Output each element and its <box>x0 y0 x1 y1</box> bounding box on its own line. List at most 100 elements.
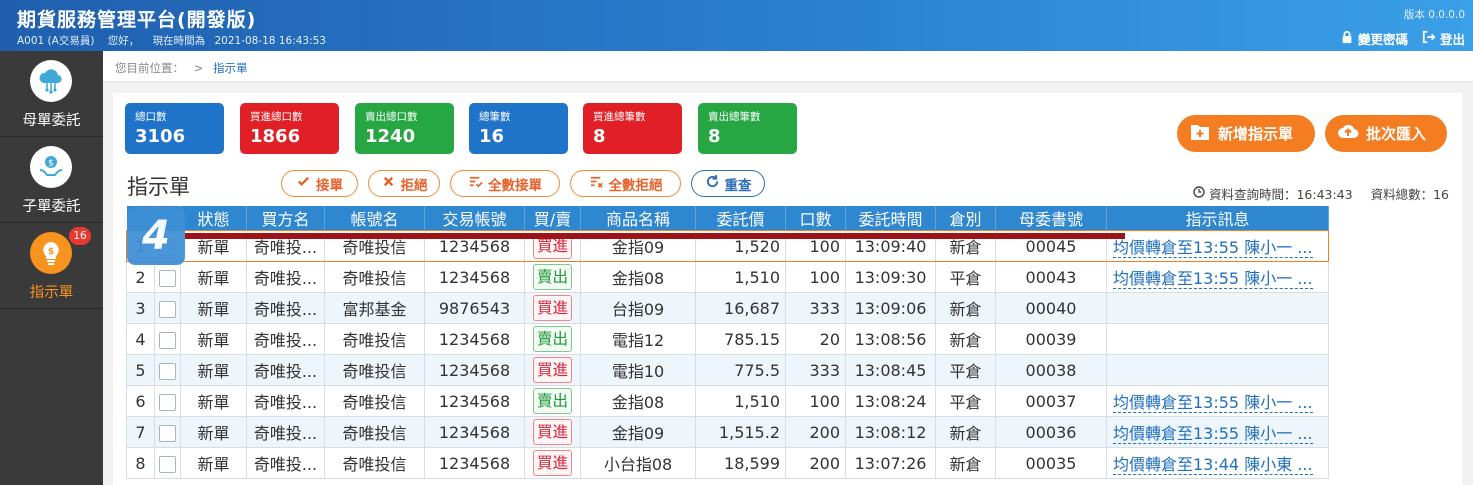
cell-account-name: 奇唯投信 <box>324 416 425 448</box>
add-instruction-button[interactable]: 新增指示單 <box>1177 115 1315 152</box>
header-links: 變更密碼 登出 <box>1340 29 1465 48</box>
cell-select[interactable] <box>154 292 181 324</box>
cell-account-name: 奇唯投信 <box>324 447 425 479</box>
message-link[interactable]: 均價轉倉至13:55 陳小一 ... <box>1113 238 1313 258</box>
logout-link[interactable]: 登出 <box>1422 29 1465 48</box>
reject-all-button[interactable]: 全數拒絕 <box>570 170 681 197</box>
cell-buyer: 奇唯投... <box>246 261 325 293</box>
sidebar-item-child-order[interactable]: $ 子單委託 <box>0 137 103 223</box>
col-header-order-time[interactable]: 委託時間 <box>845 206 936 231</box>
col-header-parent-no[interactable]: 母委書號 <box>995 206 1107 231</box>
stat-value: 8 <box>593 126 606 147</box>
message-link[interactable]: 均價轉倉至13:55 陳小一 ... <box>1113 269 1313 289</box>
cell-select[interactable] <box>154 447 181 479</box>
cell-product: 金指08 <box>580 385 696 417</box>
row-checkbox[interactable] <box>159 424 176 442</box>
row-checkbox[interactable] <box>159 393 176 411</box>
row-checkbox[interactable] <box>159 269 176 287</box>
cell-select[interactable] <box>154 323 181 355</box>
cell-status: 新單 <box>180 261 247 293</box>
message-link[interactable]: 均價轉倉至13:55 陳小一 ... <box>1113 393 1313 413</box>
side-badge: 買進 <box>532 419 572 445</box>
stat-value: 1240 <box>365 126 416 147</box>
col-header-account-no[interactable]: 交易帳號 <box>424 206 525 231</box>
cell-select[interactable] <box>154 354 181 386</box>
breadcrumb: 您目前位置： > 指示單 <box>103 51 1473 82</box>
cell-message: 均價轉倉至13:55 陳小一 ... <box>1106 416 1329 448</box>
row-checkbox[interactable] <box>159 331 176 349</box>
sidebar-item-instruction[interactable]: $ 16 指示單 <box>0 223 103 309</box>
stat-value: 1866 <box>250 126 301 147</box>
refresh-button[interactable]: 重查 <box>691 170 765 197</box>
col-header-qty[interactable]: 口數 <box>785 206 846 231</box>
change-password-link[interactable]: 變更密碼 <box>1340 29 1408 48</box>
col-header-position[interactable]: 倉別 <box>935 206 996 231</box>
stat-buy-lots: 買進總口數 1866 <box>240 103 339 154</box>
table-row[interactable]: 3 新單 奇唯投... 富邦基金 9876543 買進 台指09 16,687 333 13:09… <box>126 292 1329 324</box>
cell-product: 金指08 <box>580 261 696 293</box>
breadcrumb-current[interactable]: 指示單 <box>213 61 248 75</box>
cell-side: 買進 <box>524 447 581 479</box>
cell-product: 電指12 <box>580 323 696 355</box>
cell-account-name: 富邦基金 <box>324 292 425 324</box>
message-link[interactable]: 均價轉倉至13:55 陳小一 ... <box>1113 424 1313 444</box>
col-header-price[interactable]: 委託價 <box>695 206 786 231</box>
stat-value: 16 <box>479 126 505 147</box>
accept-all-button[interactable]: 全數接單 <box>450 170 560 197</box>
side-badge: 買進 <box>532 295 572 321</box>
table-row[interactable]: 4 新單 奇唯投... 奇唯投信 1234568 賣出 電指12 785.15 20 13:08:… <box>126 323 1329 355</box>
svg-text:$: $ <box>48 247 54 257</box>
sidebar-item-label: 指示單 <box>29 285 74 301</box>
cell-qty: 20 <box>785 323 846 355</box>
check-icon <box>296 174 311 193</box>
stat-label: 總筆數 <box>479 111 511 123</box>
cell-product: 小台指08 <box>580 447 696 479</box>
side-badge: 買進 <box>532 357 572 383</box>
time-label: 現在時間為 <box>152 35 206 47</box>
cell-index: 8 <box>126 447 155 479</box>
cell-account-no: 1234568 <box>424 416 525 448</box>
refresh-icon <box>705 174 720 193</box>
cell-order-time: 13:08:45 <box>845 354 936 386</box>
main-panel: 總口數 3106 買進總口數 1866 賣出總口數 1240 總筆數 16 買進… <box>113 93 1462 485</box>
stat-sell-orders: 賣出總筆數 8 <box>698 103 797 154</box>
cell-buyer: 奇唯投... <box>246 416 325 448</box>
col-header-message[interactable]: 指示訊息 <box>1106 206 1329 231</box>
row-checkbox[interactable] <box>159 455 176 473</box>
cell-select[interactable] <box>154 416 181 448</box>
cell-account-name: 奇唯投信 <box>324 323 425 355</box>
cloud-upload-icon <box>1337 121 1359 147</box>
cell-side: 買進 <box>524 354 581 386</box>
sidebar-item-parent-order[interactable]: 母單委託 <box>0 51 103 137</box>
cell-parent-no: 00037 <box>995 385 1107 417</box>
table-row[interactable]: 2 新單 奇唯投... 奇唯投信 1234568 賣出 金指08 1,510 100 13:09:… <box>126 261 1329 293</box>
table-row[interactable]: 5 新單 奇唯投... 奇唯投信 1234568 買進 電指10 775.5 333 13:08:… <box>126 354 1329 386</box>
col-header-buyer[interactable]: 買方名 <box>246 206 325 231</box>
batch-import-button[interactable]: 批次匯入 <box>1325 115 1447 152</box>
cell-status: 新單 <box>180 447 247 479</box>
logout-icon <box>1422 30 1436 47</box>
cell-parent-no: 00038 <box>995 354 1107 386</box>
col-header-status[interactable]: 狀態 <box>180 206 247 231</box>
cell-side: 賣出 <box>524 323 581 355</box>
table-row[interactable]: 7 新單 奇唯投... 奇唯投信 1234568 買進 金指09 1,515.2 200 13:0… <box>126 416 1329 448</box>
side-badge: 買進 <box>532 450 572 476</box>
table-row[interactable]: 6 新單 奇唯投... 奇唯投信 1234568 賣出 金指08 1,510 100 13:08:… <box>126 385 1329 417</box>
row-checkbox[interactable] <box>159 362 176 380</box>
breadcrumb-prefix: 您目前位置： <box>115 61 184 75</box>
message-link[interactable]: 均價轉倉至13:44 陳小東 ... <box>1113 455 1313 475</box>
cell-select[interactable] <box>154 261 181 293</box>
row-checkbox[interactable] <box>159 300 176 318</box>
cell-select[interactable] <box>154 385 181 417</box>
reject-button[interactable]: 拒絕 <box>368 170 440 197</box>
col-header-account-name[interactable]: 帳號名 <box>324 206 425 231</box>
accept-button[interactable]: 接單 <box>281 170 358 197</box>
cell-buyer: 奇唯投... <box>246 323 325 355</box>
col-header-side[interactable]: 買/賣 <box>524 206 581 231</box>
side-badge: 賣出 <box>532 326 572 352</box>
cell-status: 新單 <box>180 292 247 324</box>
cell-buyer: 奇唯投... <box>246 385 325 417</box>
col-header-product[interactable]: 商品名稱 <box>580 206 696 231</box>
cloud-network-icon <box>30 60 72 102</box>
table-row[interactable]: 8 新單 奇唯投... 奇唯投信 1234568 買進 小台指08 18,599 200 13:0… <box>126 447 1329 479</box>
